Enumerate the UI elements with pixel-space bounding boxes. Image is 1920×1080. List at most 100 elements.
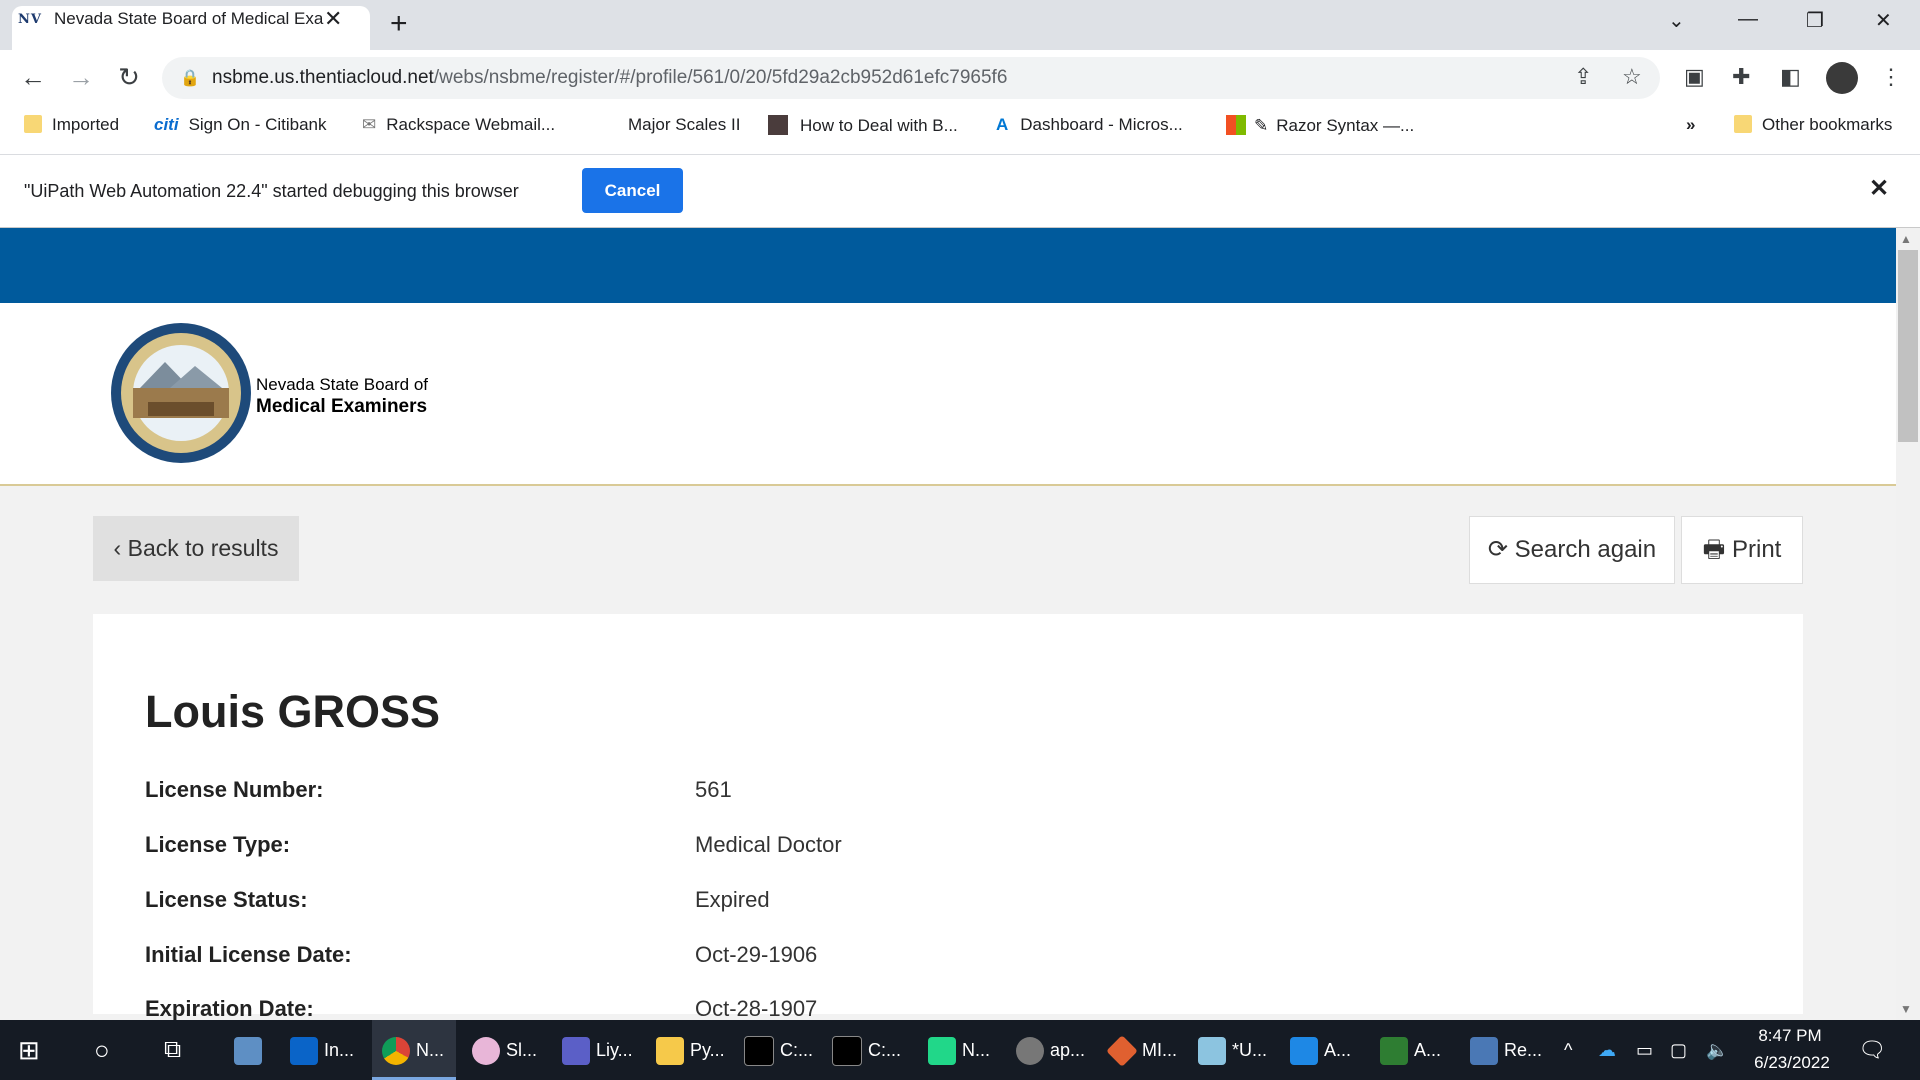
extension-icon[interactable]: ▣ (1684, 64, 1705, 90)
scrollbar-thumb[interactable] (1898, 250, 1918, 442)
taskbar-remote[interactable]: Re... (1470, 1020, 1542, 1080)
tab-close-icon[interactable]: ✕ (324, 6, 342, 32)
taskbar-a-2[interactable]: A... (1380, 1020, 1441, 1080)
pycharm-icon (928, 1037, 956, 1066)
profile-avatar[interactable] (1826, 62, 1858, 94)
initial-license-date-value: Oct-29-1906 (695, 942, 818, 967)
bookmark-rackspace[interactable]: ✉ Rackspace Webmail... (362, 115, 555, 135)
reload-icon[interactable]: ↻ (114, 62, 144, 92)
start-windows-icon[interactable]: ⊞ (18, 1020, 40, 1080)
terminal-icon (832, 1036, 862, 1067)
outlook-icon (290, 1037, 318, 1066)
scroll-down-arrow-icon[interactable]: ▼ (1900, 1002, 1912, 1016)
taskbar-outlook[interactable]: In... (290, 1020, 362, 1080)
taskbar-a-1[interactable]: A... (1290, 1020, 1351, 1080)
share-icon[interactable]: ⇪ (1574, 64, 1592, 90)
state-seal-logo[interactable] (110, 322, 252, 464)
tab-search-chevron-icon[interactable]: ⌄ (1668, 8, 1685, 33)
chrome-icon (382, 1037, 410, 1066)
battery-icon[interactable]: ▭ (1636, 1020, 1653, 1080)
print-button[interactable]: 🖶 Print (1681, 516, 1803, 584)
scroll-up-arrow-icon[interactable]: ▲ (1900, 232, 1912, 246)
url-host: nsbme.us.thentiacloud.net (212, 67, 434, 88)
printer-icon: 🖶 (1702, 536, 1732, 563)
bookmark-star-icon[interactable]: ☆ (1622, 64, 1642, 90)
expiration-date-label: Expiration Date: (145, 996, 314, 1021)
citi-icon: citi (154, 115, 179, 134)
folder-icon (656, 1037, 684, 1066)
volume-icon[interactable]: 🔈 (1706, 1020, 1728, 1080)
pen-icon: ✎ (1254, 116, 1269, 135)
restore-icon[interactable]: ❐ (1806, 8, 1824, 33)
taskbar-explorer[interactable]: Py... (656, 1020, 725, 1080)
slack-icon (472, 1037, 500, 1066)
bookmark-citibank[interactable]: citi Sign On - Citibank (154, 115, 327, 135)
window-close-icon[interactable]: ✕ (1875, 8, 1892, 33)
tab-title[interactable]: Nevada State Board of Medical Examiners (54, 9, 324, 29)
clock-date[interactable]: 6/23/2022 (1742, 1053, 1842, 1073)
notifications-icon[interactable]: 🗨 (1858, 1020, 1886, 1080)
brand-line-2: Medical Examiners (256, 396, 428, 417)
license-type-value: Medical Doctor (695, 832, 842, 857)
license-number-label: License Number: (145, 777, 324, 802)
taskbar-slack[interactable]: Sl... (472, 1020, 537, 1080)
tray-chevron-up-icon[interactable]: ^ (1564, 1020, 1572, 1080)
folder-icon (24, 115, 42, 133)
s-logo-icon (1290, 1037, 1318, 1066)
taskbar-pc-icon[interactable] (234, 1020, 268, 1080)
taskbar-pycharm[interactable]: N... (928, 1020, 990, 1080)
url-text[interactable]: nsbme.us.thentiacloud.net/webs/nsbme/reg… (212, 67, 1007, 89)
search-circle-icon[interactable]: ○ (94, 1020, 110, 1080)
taskbar-cmd-1[interactable]: C:... (744, 1020, 813, 1080)
side-panel-icon[interactable]: ◧ (1780, 64, 1801, 90)
gear-icon (1016, 1037, 1044, 1066)
menu-kebab-icon[interactable]: ⋮ (1880, 64, 1902, 90)
cancel-debug-button[interactable]: Cancel (582, 168, 683, 213)
license-status-value: Expired (695, 887, 770, 912)
initial-license-date-label: Initial License Date: (145, 942, 352, 967)
bookmark-how-to-deal[interactable]: How to Deal with B... (768, 115, 958, 136)
bookmark-major-scales[interactable]: Major Scales II (628, 115, 740, 135)
taskbar-ap[interactable]: ap... (1016, 1020, 1085, 1080)
book-icon (768, 115, 788, 135)
search-again-button[interactable]: ⟳ Search again (1469, 516, 1675, 584)
bookmark-dashboard[interactable]: A Dashboard - Micros... (996, 115, 1183, 135)
expiration-date-value: Oct-28-1907 (695, 996, 818, 1021)
infobar-message: "UiPath Web Automation 22.4" started deb… (24, 181, 519, 201)
lock-icon[interactable]: 🔒 (180, 68, 200, 88)
azure-icon: A (996, 115, 1009, 134)
taskbar-cmd-2[interactable]: C:... (832, 1020, 901, 1080)
minimize-icon[interactable]: — (1738, 8, 1758, 31)
bookmark-other[interactable]: Other bookmarks (1734, 115, 1892, 135)
mail-icon: ✉ (362, 115, 377, 134)
forward-arrow-icon[interactable]: → (66, 62, 96, 92)
microsoft-icon (1226, 115, 1246, 135)
teams-icon (562, 1037, 590, 1066)
bookmark-razor-syntax[interactable]: ✎ Razor Syntax —... (1226, 115, 1414, 136)
taskbar-chrome[interactable]: N... (372, 1020, 456, 1080)
back-arrow-icon[interactable]: ← (18, 62, 48, 92)
bookmark-imported[interactable]: Imported (24, 115, 119, 135)
license-status-label: License Status: (145, 887, 308, 912)
new-tab-icon[interactable]: + (390, 6, 408, 42)
back-to-results-button[interactable]: ‹ Back to results (93, 516, 299, 581)
network-icon[interactable]: ▢ (1670, 1020, 1687, 1080)
infobar-close-icon[interactable]: ✕ (1869, 174, 1889, 203)
onedrive-icon[interactable]: ☁ (1598, 1020, 1616, 1080)
site-top-band (0, 228, 1896, 303)
task-view-icon[interactable]: ⧉ (164, 1020, 181, 1080)
taskbar-teams[interactable]: Liy... (562, 1020, 633, 1080)
tab-favicon: NV (18, 12, 42, 27)
taskbar-uipath-studio[interactable]: *U... (1198, 1020, 1267, 1080)
play-icon (1380, 1037, 1408, 1066)
folder-icon (1734, 115, 1752, 133)
brand-line-1: Nevada State Board of (256, 375, 429, 394)
puzzle-icon[interactable]: ✚ (1732, 64, 1750, 90)
taskbar-mi[interactable]: MI... (1106, 1020, 1177, 1080)
refresh-icon: ⟳ (1487, 536, 1515, 563)
notebook-icon (1198, 1037, 1226, 1066)
computer-icon (234, 1037, 262, 1066)
bookmarks-overflow[interactable]: » (1686, 115, 1695, 135)
clock-time[interactable]: 8:47 PM (1755, 1026, 1825, 1046)
url-path: /webs/nsbme/register/#/profile/561/0/20/… (433, 67, 1008, 88)
